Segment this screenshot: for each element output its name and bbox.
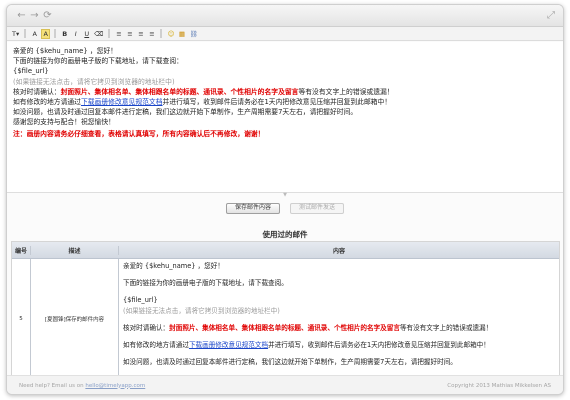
copyright-text: Copyright 2013 Mathias Mikkelsen AS [447,382,551,389]
image-icon[interactable]: ▦ [177,29,186,39]
action-buttons: 保存邮件内容 测试邮件发送 [7,203,563,214]
row-modify-prefix: 如有修改的地方请通过 [123,341,189,349]
underline-button[interactable]: U [82,29,91,39]
test-send-button[interactable]: 测试邮件发送 [290,203,345,214]
row-modify-suffix: 并进行填写，收到邮件后请务必在1天内把修改意见压缩并回复到此邮箱中！ [268,341,490,349]
file-url-line: {$file_url} [13,67,49,76]
clear-format-button[interactable]: ⌫ [93,29,104,39]
row-confirm-highlight: 封面照片、集体相名单、集体相跟名单的标题、通讯录、个性相片的名字及留言 [169,324,400,332]
row-hint: (如果链接无法点击，请将它拷贝到浏览器的地址栏中) [123,307,280,315]
no-issue-line: 如没问题，也请及时通过回复本邮件进行定稿，我们这边就开始下单制作，生产周期需要7… [13,108,358,117]
help-text: Need help? Email us on [19,382,84,389]
background-color-button[interactable]: A [41,28,51,39]
row-confirm-suffix: 等有没有文字上的错误或遗漏！ [399,324,493,332]
save-content-button[interactable]: 保存邮件内容 [225,203,280,214]
used-emails-table: 编号 描述 内容 5 [夏圆锋]保存的邮件内容 亲爱的 {$kehu_name}… [11,241,560,380]
confirm-highlight: 封面照片、集体相名单、集体相跟名单的标题、通讯录、个性相片的名字及留言 [60,87,299,96]
editor-resize-handle[interactable]: ▼ [7,192,563,198]
row-content: 亲爱的 {$kehu_name} ，您好！ 下面的链接为你的画册电子版的下载地址… [118,259,559,379]
back-arrow-icon[interactable]: ← [15,10,28,21]
toolbar-divider [160,29,163,38]
modify-prefix: 如有修改的地方请通过 [13,98,81,107]
hint-line: (如果链接无法点击，请将它拷贝到浏览器的地址栏中) [13,77,175,86]
footer: Need help? Email us on hello@timelyapp.c… [7,375,563,394]
confirm-suffix: 等有没有文字上的错误或遗漏！ [298,87,394,96]
used-emails-title: 使用过的邮件 [262,230,308,239]
title-bar: ← → ⟳ ⤢ [7,5,563,27]
modify-suffix: 并进行填写，收到邮件后请务必在1天内把修改意见压缩并回复到此邮箱中！ [162,98,392,107]
app-window: ← → ⟳ ⤢ T ▾ A A B I U ⌫ ≡ ≡ ≡ ≡ ☺ ▦ ⛓ 亲爱的… [6,4,564,395]
note-line: 注：画册内容请务必仔细查看，表格请认真填写，所有内容确认后不再修改，谢谢！ [13,129,265,138]
row-modify: 如有修改的地方请通过下载画册修改意见规范文档并进行填写，收到邮件后请务必在1天内… [123,340,555,351]
align-right-icon[interactable]: ≡ [136,29,145,39]
greeting-line: 亲爱的 {$kehu_name} ，您好！ [13,47,118,55]
row-no-issue: 如没问题，也请及时通过回复本邮件进行定稿，我们这边就开始下单制作，生产周期需要7… [123,358,457,366]
row-greeting: 亲爱的 {$kehu_name} ，您好！ [123,262,224,270]
bold-button[interactable]: B [60,29,69,39]
help-email-link[interactable]: hello@timelyapp.com [85,383,145,389]
modify-doc-link[interactable]: 下载画册修改意见规范文档 [81,98,163,106]
header-desc: 描述 [30,245,118,255]
intro-line: 下面的链接为你的画册电子版的下载地址，请下载查阅： [13,57,183,66]
row-modify-doc-link[interactable]: 下载画册修改意见规范文档 [189,341,268,349]
emoji-icon[interactable]: ☺ [166,29,175,39]
editor-toolbar: T ▾ A A B I U ⌫ ≡ ≡ ≡ ≡ ☺ ▦ ⛓ [7,27,563,41]
row-id: 5 [19,316,23,322]
toolbar-divider [108,29,111,38]
refresh-icon[interactable]: ⟳ [41,10,54,21]
toolbar-divider [24,29,27,38]
align-left-icon[interactable]: ≡ [114,29,123,39]
rich-text-editor[interactable]: 亲爱的 {$kehu_name} ，您好！ 下面的链接为你的画册电子版的下载地址… [7,42,563,192]
table-header: 编号 描述 内容 [12,242,559,259]
header-id: 编号 [14,247,27,255]
align-justify-icon[interactable]: ≡ [147,29,156,39]
confirm-line: 核对时请确认：封面照片、集体相名单、集体相跟名单的标题、通讯录、个性相片的名字及… [13,87,557,97]
format-dropdown[interactable]: T ▾ [11,29,20,39]
row-confirm-prefix: 核对时请确认： [123,324,170,332]
row-intro: 下面的链接为你的画册电子版的下载地址，请下载查阅。 [123,279,288,287]
table-row[interactable]: 5 [夏圆锋]保存的邮件内容 亲爱的 {$kehu_name} ，您好！ 下面的… [12,259,559,379]
forward-arrow-icon[interactable]: → [28,10,41,21]
row-file-url: {$file_url} [123,296,158,304]
header-content: 内容 [118,245,559,255]
row-confirm: 核对时请确认：封面照片、集体相名单、集体相跟名单的标题、通讯录、个性相片的名字及… [123,323,555,334]
expand-icon[interactable]: ⤢ [547,10,555,21]
thanks-line: 感谢您的支持与配合！祝您愉快！ [13,118,115,127]
link-icon[interactable]: ⛓ [188,29,198,39]
row-desc: [夏圆锋]保存的邮件内容 [30,259,118,379]
align-center-icon[interactable]: ≡ [125,29,134,39]
italic-button[interactable]: I [71,29,80,39]
font-color-button[interactable]: A [30,29,39,39]
toolbar-divider [54,29,57,38]
confirm-prefix: 核对时请确认： [13,87,61,96]
modify-line: 如有修改的地方请通过下载画册修改意见规范文档并进行填写，收到邮件后请务必在1天内… [13,97,557,107]
